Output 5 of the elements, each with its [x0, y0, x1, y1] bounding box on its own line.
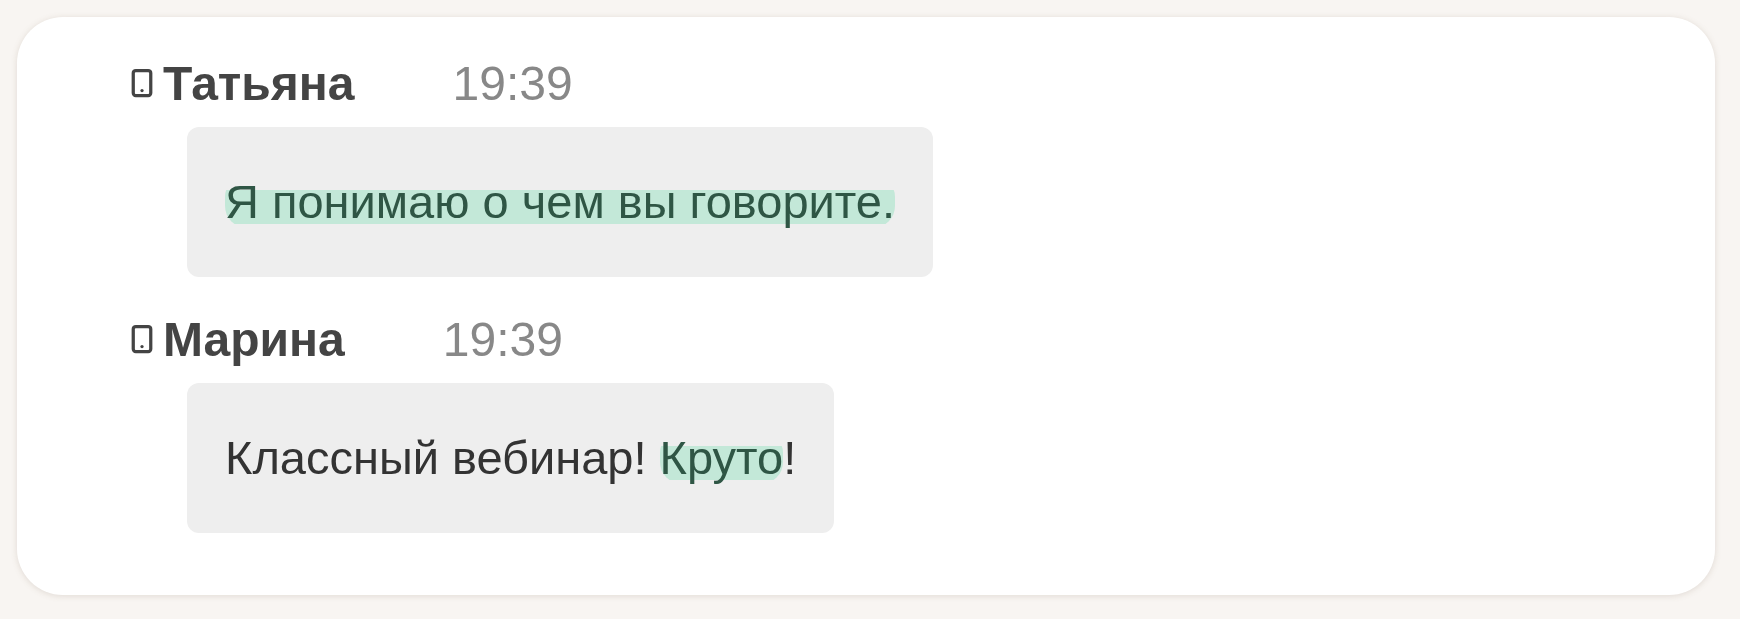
author-name: Татьяна [163, 55, 355, 111]
author-name: Марина [163, 311, 345, 367]
message-time: 19:39 [452, 55, 573, 111]
message-time: 19:39 [442, 311, 563, 367]
message-text: Классный вебинар! Круто! [225, 430, 797, 486]
